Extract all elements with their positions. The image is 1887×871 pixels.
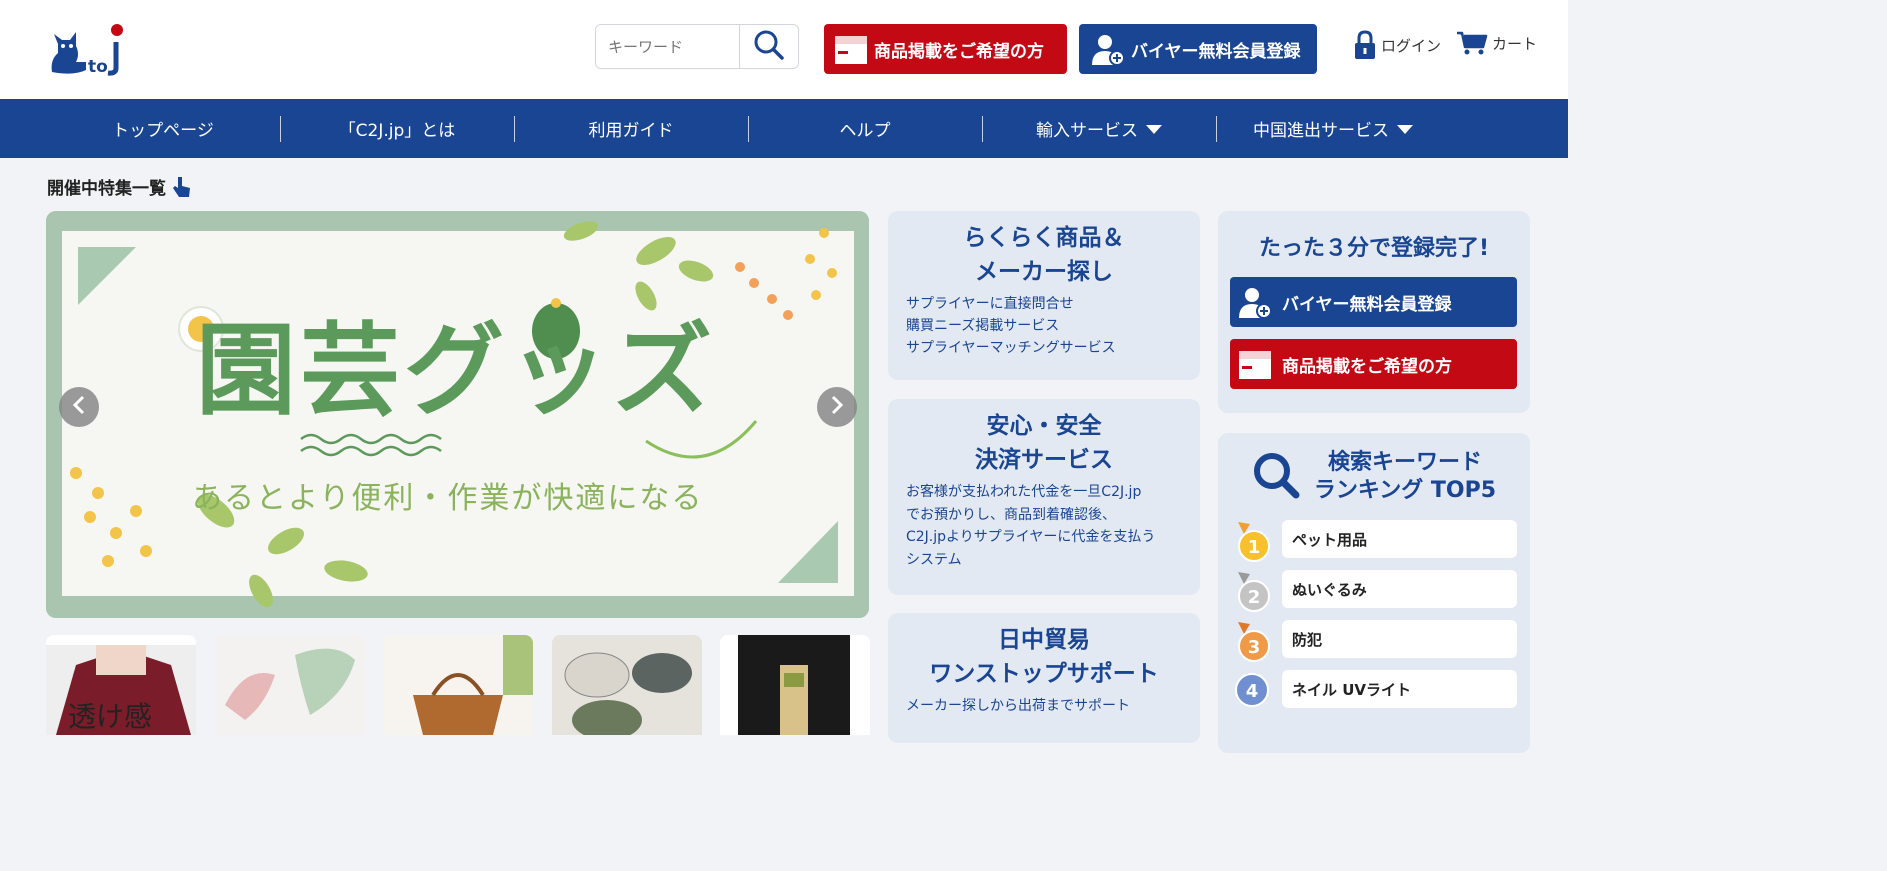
chevron-left-icon [71,395,87,419]
card-line: 購買ニーズ掲載サービス [906,318,1060,334]
box-icon [1238,348,1272,380]
nav-help-label: ヘルプ [839,121,891,141]
feature-thumb[interactable]: 透け感 [46,635,196,735]
register-box-title: たった３分で登録完了! [1258,236,1490,261]
add-user-icon [1091,32,1125,66]
feature-card-payment[interactable]: 安心・安全 決済サービス お客様が支払われた代金を一旦C2J.jp でお預かりし… [888,399,1200,595]
card-line: サプライヤーに直接問合せ [906,296,1074,312]
card-line: サプライヤーマッチングサービス [906,340,1116,356]
ranking-header: 検索キーワード ランキング TOP5 [1218,449,1530,505]
rank-number: 4 [1246,681,1259,702]
search-box [595,24,799,69]
cart-label: カート [1492,34,1538,53]
caret-down-icon [1397,125,1413,134]
feature-card-support[interactable]: 日中貿易 ワンストップサポート メーカー探しから出荷までサポート [888,613,1200,743]
register-box: たった３分で登録完了! バイヤー無料会員登録 商品掲載をご希望の方 [1218,211,1530,413]
ranking-keyword: ペット用品 [1282,520,1517,558]
card-line: C2J.jpよりサプライヤーに代金を支払う [906,529,1156,545]
banner-title: 園芸グッズ [196,312,716,429]
ranking-keyword: ネイル UVライト [1282,670,1517,708]
ranking-item[interactable]: 2 ぬいぐるみ [1232,570,1522,612]
ranking-keyword: 防犯 [1282,620,1517,658]
card-line: でお預かりし、商品到着確認後、 [906,506,1116,523]
chevron-right-icon [829,395,845,419]
site-header: to 商品掲載をご希望の方 バイヤー無料会員登録 ログイン [0,0,1568,99]
card-line: お客様が支払われた代金を一旦C2J.jp [906,484,1142,500]
search-icon [753,29,785,65]
cart-icon [1456,30,1488,56]
pointer-hand-icon [172,175,192,199]
keyword-ranking: 検索キーワード ランキング TOP5 1 ペット用品 2 ぬいぐるみ 3 防犯 … [1218,433,1530,753]
rank-number: 1 [1248,537,1261,558]
register-buyer-label: バイヤー無料会員登録 [1282,294,1452,315]
nav-top-page[interactable]: トップページ [46,99,280,158]
buyer-register-button[interactable]: バイヤー無料会員登録 [1079,24,1317,74]
nav-help[interactable]: ヘルプ [748,99,982,158]
feature-thumb[interactable] [720,635,870,735]
feature-thumb[interactable] [383,635,533,735]
feature-card-search[interactable]: らくらく商品＆ メーカー探し サプライヤーに直接問合せ 購買ニーズ掲載サービス … [888,211,1200,380]
ranking-title: 検索キーワード ランキング TOP5 [1313,450,1497,503]
buyer-register-label: バイヤー無料会員登録 [1131,41,1301,62]
card-title: らくらく商品＆ メーカー探し [963,225,1125,285]
box-icon [834,33,868,65]
carousel-next-button[interactable] [817,387,857,427]
lock-icon [1353,30,1377,60]
rank-number: 2 [1248,587,1261,608]
site-logo[interactable]: to [44,20,134,78]
nav-guide[interactable]: 利用ガイド [514,99,748,158]
listing-request-label: 商品掲載をご希望の方 [874,41,1044,62]
login-label: ログイン [1381,36,1442,55]
register-listing-button[interactable]: 商品掲載をご希望の方 [1230,339,1517,389]
search-icon [1252,451,1300,503]
features-title: 開催中特集一覧 [47,174,192,199]
rank-number: 3 [1248,637,1261,658]
ranking-item[interactable]: 1 ペット用品 [1232,520,1522,562]
carousel-prev-button[interactable] [59,387,99,427]
register-buyer-button[interactable]: バイヤー無料会員登録 [1230,277,1517,327]
nav-about-label: 「C2J.jp」とは [338,121,456,141]
ranking-item[interactable]: 3 防犯 [1232,620,1522,662]
nav-import-service-label: 輸入サービス [1036,121,1138,141]
gold-medal-icon: 1 [1232,520,1276,564]
banner-subtitle: あるとより便利・作業が快適になる [192,481,704,516]
register-listing-label: 商品掲載をご希望の方 [1282,356,1452,377]
nav-top-page-label: トップページ [112,121,214,141]
main-nav: トップページ 「C2J.jp」とは 利用ガイド ヘルプ 輸入サービス 中国進出サ… [0,99,1568,158]
silver-medal-icon: 2 [1232,570,1276,614]
feature-thumb[interactable] [215,635,365,735]
rank-badge-icon: 4 [1232,670,1276,714]
card-title: 日中貿易 ワンストップサポート [929,627,1159,687]
bronze-medal-icon: 3 [1232,620,1276,664]
add-user-icon [1238,285,1272,319]
nav-china-service[interactable]: 中国進出サービス [1216,99,1450,158]
listing-request-button[interactable]: 商品掲載をご希望の方 [824,24,1067,74]
nav-guide-label: 利用ガイド [588,121,674,141]
search-input[interactable] [596,25,739,68]
nav-import-service[interactable]: 輸入サービス [982,99,1216,158]
nav-about[interactable]: 「C2J.jp」とは [280,99,514,158]
login-link[interactable]: ログイン [1353,30,1441,60]
cart-link[interactable]: カート [1456,30,1537,56]
ranking-keyword: ぬいぐるみ [1282,570,1517,608]
features-title-text: 開催中特集一覧 [47,179,166,199]
ranking-item[interactable]: 4 ネイル UVライト [1232,670,1522,708]
feature-thumb[interactable] [552,635,702,735]
nav-china-service-label: 中国進出サービス [1253,121,1389,141]
card-line: メーカー探しから出荷までサポート [906,698,1130,714]
search-button[interactable] [739,25,798,68]
card-line: システム [906,551,962,568]
feature-banner[interactable]: 園芸グッズ あるとより便利・作業が快適になる [46,211,869,618]
svg-text:to: to [88,57,108,77]
thumb-label: 透け感 [68,700,153,733]
caret-down-icon [1146,125,1162,134]
card-title: 安心・安全 決済サービス [975,413,1113,473]
